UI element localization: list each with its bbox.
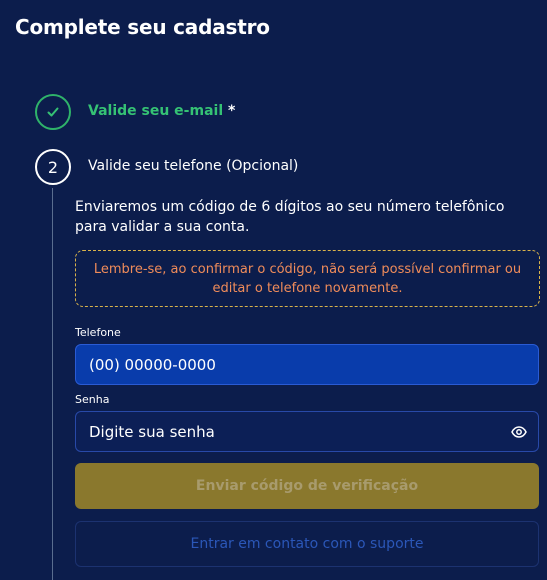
step-2-number-indicator: 2 bbox=[35, 149, 71, 185]
required-mark: * bbox=[228, 103, 236, 119]
send-verification-code-button[interactable]: Enviar código de verificação bbox=[75, 463, 539, 509]
phone-field-wrapper bbox=[75, 344, 539, 385]
warning-text: Lembre-se, ao confirmar o código, não se… bbox=[93, 261, 522, 296]
phone-input[interactable] bbox=[76, 345, 538, 384]
contact-support-button[interactable]: Entrar em contato com o suporte bbox=[75, 521, 539, 567]
warning-notice: Lembre-se, ao confirmar o código, não se… bbox=[75, 250, 540, 307]
eye-icon[interactable] bbox=[510, 423, 528, 441]
page-title: Complete seu cadastro bbox=[15, 15, 270, 39]
phone-step-description: Enviaremos um código de 6 dígitos ao seu… bbox=[75, 199, 505, 235]
check-icon bbox=[47, 107, 59, 117]
password-field-wrapper bbox=[75, 411, 539, 452]
step-2-label: Valide seu telefone (Opcional) bbox=[88, 158, 299, 174]
password-field-label: Senha bbox=[75, 393, 110, 406]
step-1-completed-indicator bbox=[35, 94, 71, 130]
password-input[interactable] bbox=[76, 412, 510, 451]
step-1-label: Valide seu e-mail * bbox=[88, 103, 235, 119]
phone-field-label: Telefone bbox=[75, 326, 121, 339]
step-connector-line bbox=[52, 188, 53, 580]
step-1-label-text: Valide seu e-mail bbox=[88, 103, 224, 119]
signup-completion-page: Complete seu cadastro Valide seu e-mail … bbox=[0, 0, 547, 580]
